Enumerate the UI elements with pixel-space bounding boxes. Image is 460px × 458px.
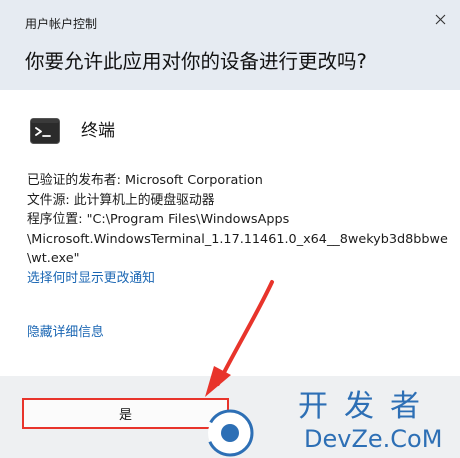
change-notification-link[interactable]: 选择何时显示更改通知 [27, 270, 155, 288]
watermark-english: DevZe.CoM [304, 425, 443, 453]
publisher-line: 已验证的发布者: Microsoft Corporation [27, 173, 263, 188]
close-button[interactable] [428, 8, 452, 30]
yes-button[interactable]: 是 [22, 398, 229, 429]
hide-details-link[interactable]: 隐藏详细信息 [27, 324, 104, 342]
program-location-path-line: \Microsoft.WindowsTerminal_1.17.11461.0_… [27, 231, 448, 247]
uac-dialog: 用户帐户控制 你要允许此应用对你的设备进行更改吗? 终端 已验证的发布者: Mi… [0, 0, 460, 458]
watermark-chinese: 开发者 [298, 389, 436, 424]
app-details: 已验证的发布者: Microsoft Corporation 文件源: 此计算机… [27, 171, 448, 269]
watermark: 开发者 DevZe.CoM [200, 390, 460, 458]
app-identity: 终端 [30, 117, 115, 145]
watermark-logo-icon [206, 409, 254, 457]
program-location-line: 程序位置: "C:\Program Files\WindowsApps [27, 212, 290, 227]
terminal-icon [30, 118, 60, 144]
dialog-caption: 用户帐户控制 [25, 17, 98, 31]
dialog-header: 用户帐户控制 你要允许此应用对你的设备进行更改吗? [0, 0, 460, 90]
app-name: 终端 [81, 121, 115, 141]
program-location-exe-line: \wt.exe" [27, 251, 80, 266]
dialog-question: 你要允许此应用对你的设备进行更改吗? [25, 50, 367, 73]
close-icon [435, 14, 445, 24]
file-origin-line: 文件源: 此计算机上的硬盘驱动器 [27, 192, 215, 208]
